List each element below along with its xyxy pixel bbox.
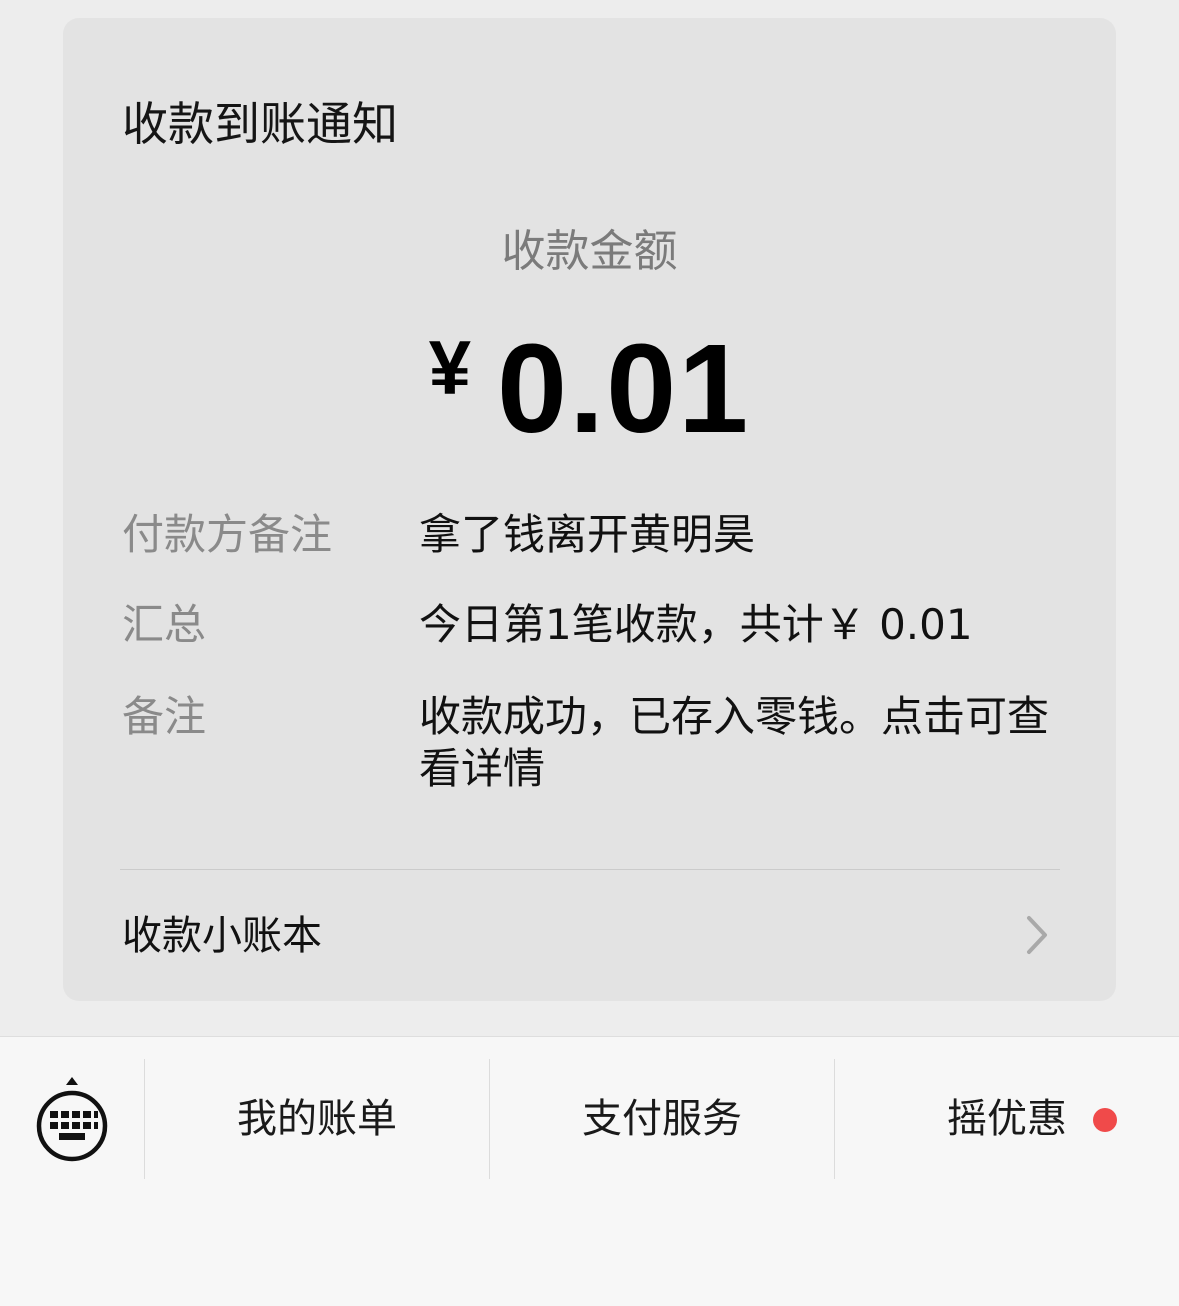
menu-item-label: 我的账单 — [237, 1096, 397, 1142]
detail-key: 汇总 — [122, 600, 207, 649]
amount-label: 收款金额 — [501, 226, 678, 277]
keyboard-toggle-button[interactable] — [30, 1077, 114, 1167]
menu-item-label: 摇优惠 — [947, 1096, 1067, 1142]
amount-display: ¥0.01 — [63, 314, 1116, 464]
detail-key: 付款方备注 — [122, 510, 333, 559]
ledger-label: 收款小账本 — [122, 913, 322, 959]
detail-row-remark: 备注 收款成功，已存入零钱。点击可查看详情 — [122, 691, 1062, 801]
amount-value: 0.01 — [497, 318, 751, 459]
notification-dot — [1093, 1108, 1117, 1132]
detail-value: 收款成功，已存入零钱。点击可查看详情 — [419, 692, 1050, 793]
menu-item-my-bills[interactable]: 我的账单 — [145, 1059, 489, 1179]
keyboard-toggle-icon — [36, 1077, 108, 1162]
menu-item-payment-services[interactable]: 支付服务 — [490, 1059, 834, 1179]
card-title: 收款到账通知 — [122, 97, 398, 151]
currency-symbol: ¥ — [428, 326, 472, 411]
bottom-menu-bar: 我的账单 支付服务 摇优惠 — [0, 1036, 1179, 1306]
detail-key: 备注 — [122, 692, 207, 741]
menu-item-label: 支付服务 — [582, 1096, 742, 1142]
detail-row-summary: 汇总 今日第1笔收款，共计￥ 0.01 — [122, 599, 1062, 651]
payment-notification-card[interactable]: 收款到账通知 收款金额 ¥0.01 付款方备注 拿了钱离开黄明昊 汇总 今日第1… — [63, 18, 1116, 1001]
menu-item-shake-deals[interactable]: 摇优惠 — [835, 1059, 1179, 1179]
detail-value: 拿了钱离开黄明昊 — [419, 510, 756, 559]
detail-row-payer-note: 付款方备注 拿了钱离开黄明昊 — [122, 509, 1062, 561]
detail-value: 今日第1笔收款，共计￥ 0.01 — [419, 600, 973, 649]
chevron-right-icon — [1027, 916, 1047, 954]
ledger-link[interactable]: 收款小账本 — [63, 870, 1116, 1001]
